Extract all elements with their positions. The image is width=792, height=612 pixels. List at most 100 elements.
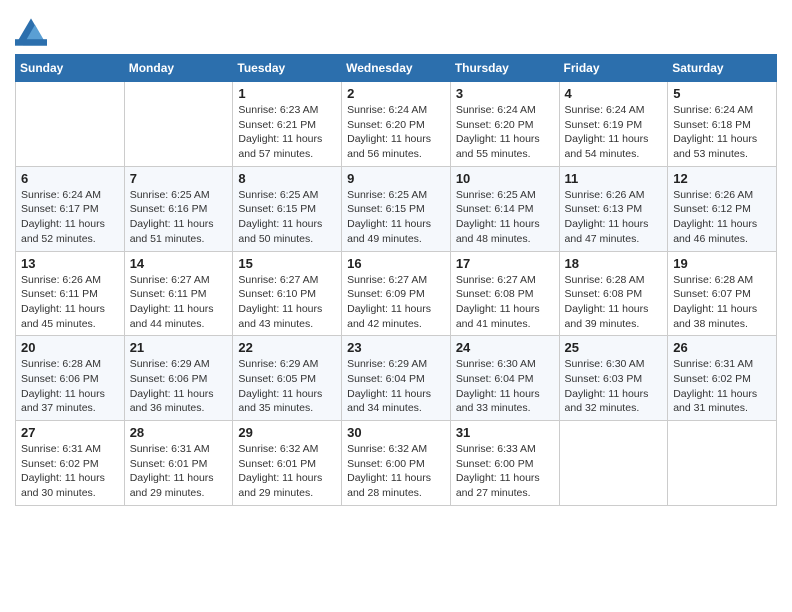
day-number: 12 — [673, 171, 771, 186]
header — [15, 10, 777, 46]
calendar-cell: 29Sunrise: 6:32 AM Sunset: 6:01 PM Dayli… — [233, 421, 342, 506]
day-number: 5 — [673, 86, 771, 101]
day-info: Sunrise: 6:25 AM Sunset: 6:15 PM Dayligh… — [347, 188, 445, 247]
calendar-cell: 24 Sunrise: 6:30 AM Sunset: 6:04 PM Dayli… — [450, 336, 559, 421]
day-info: Sunrise: 6:29 AM Sunset: 6:05 PM Dayligh… — [238, 357, 336, 416]
calendar-cell: 9 Sunrise: 6:25 AM Sunset: 6:15 PM Daylig… — [342, 166, 451, 251]
day-number: 22 — [238, 340, 336, 355]
calendar-cell: 11Sunrise: 6:26 AM Sunset: 6:13 PM Dayli… — [559, 166, 668, 251]
calendar-cell: 13Sunrise: 6:26 AM Sunset: 6:11 PM Dayli… — [16, 251, 125, 336]
day-info: Sunrise: 6:28 AM Sunset: 6:06 PM Dayligh… — [21, 357, 119, 416]
day-number: 17 — [456, 256, 554, 271]
calendar-cell: 2 Sunrise: 6:24 AM Sunset: 6:20 PM Daylig… — [342, 82, 451, 167]
day-info: Sunrise: 6:25 AM Sunset: 6:15 PM Dayligh… — [238, 188, 336, 247]
day-info: Sunrise: 6:26 AM Sunset: 6:12 PM Dayligh… — [673, 188, 771, 247]
day-info: Sunrise: 6:28 AM Sunset: 6:08 PM Dayligh… — [565, 273, 663, 332]
calendar-cell: 28Sunrise: 6:31 AM Sunset: 6:01 PM Dayli… — [124, 421, 233, 506]
calendar-cell: 3 Sunrise: 6:24 AM Sunset: 6:20 PM Daylig… — [450, 82, 559, 167]
day-number: 13 — [21, 256, 119, 271]
day-number: 31 — [456, 425, 554, 440]
col-header-saturday: Saturday — [668, 55, 777, 82]
calendar-cell — [668, 421, 777, 506]
calendar-cell: 5 Sunrise: 6:24 AM Sunset: 6:18 PM Daylig… — [668, 82, 777, 167]
calendar-cell: 20 Sunrise: 6:28 AM Sunset: 6:06 PM Dayli… — [16, 336, 125, 421]
calendar-cell: 7 Sunrise: 6:25 AM Sunset: 6:16 PM Daylig… — [124, 166, 233, 251]
day-number: 8 — [238, 171, 336, 186]
logo-icon — [15, 18, 47, 46]
day-info: Sunrise: 6:31 AM Sunset: 6:01 PM Dayligh… — [130, 442, 228, 501]
day-info: Sunrise: 6:31 AM Sunset: 6:02 PM Dayligh… — [673, 357, 771, 416]
calendar-cell: 4 Sunrise: 6:24 AM Sunset: 6:19 PM Daylig… — [559, 82, 668, 167]
day-info: Sunrise: 6:31 AM Sunset: 6:02 PM Dayligh… — [21, 442, 119, 501]
calendar-cell: 30 Sunrise: 6:32 AM Sunset: 6:00 PM Dayli… — [342, 421, 451, 506]
day-info: Sunrise: 6:25 AM Sunset: 6:14 PM Dayligh… — [456, 188, 554, 247]
day-number: 10 — [456, 171, 554, 186]
day-info: Sunrise: 6:27 AM Sunset: 6:10 PM Dayligh… — [238, 273, 336, 332]
day-number: 16 — [347, 256, 445, 271]
calendar-cell: 12 Sunrise: 6:26 AM Sunset: 6:12 PM Dayli… — [668, 166, 777, 251]
day-number: 27 — [21, 425, 119, 440]
day-number: 3 — [456, 86, 554, 101]
day-info: Sunrise: 6:33 AM Sunset: 6:00 PM Dayligh… — [456, 442, 554, 501]
calendar-cell: 14Sunrise: 6:27 AM Sunset: 6:11 PM Dayli… — [124, 251, 233, 336]
day-info: Sunrise: 6:29 AM Sunset: 6:04 PM Dayligh… — [347, 357, 445, 416]
day-info: Sunrise: 6:24 AM Sunset: 6:17 PM Dayligh… — [21, 188, 119, 247]
day-number: 30 — [347, 425, 445, 440]
day-number: 7 — [130, 171, 228, 186]
day-info: Sunrise: 6:28 AM Sunset: 6:07 PM Dayligh… — [673, 273, 771, 332]
calendar-cell: 15 Sunrise: 6:27 AM Sunset: 6:10 PM Dayli… — [233, 251, 342, 336]
calendar-week-row: 20 Sunrise: 6:28 AM Sunset: 6:06 PM Dayli… — [16, 336, 777, 421]
day-number: 15 — [238, 256, 336, 271]
day-info: Sunrise: 6:29 AM Sunset: 6:06 PM Dayligh… — [130, 357, 228, 416]
logo — [15, 18, 51, 46]
day-info: Sunrise: 6:23 AM Sunset: 6:21 PM Dayligh… — [238, 103, 336, 162]
calendar-header-row: SundayMondayTuesdayWednesdayThursdayFrid… — [16, 55, 777, 82]
calendar-cell: 10 Sunrise: 6:25 AM Sunset: 6:14 PM Dayli… — [450, 166, 559, 251]
calendar-cell: 27 Sunrise: 6:31 AM Sunset: 6:02 PM Dayli… — [16, 421, 125, 506]
col-header-sunday: Sunday — [16, 55, 125, 82]
calendar-cell: 31 Sunrise: 6:33 AM Sunset: 6:00 PM Dayli… — [450, 421, 559, 506]
calendar-cell: 1 Sunrise: 6:23 AM Sunset: 6:21 PM Daylig… — [233, 82, 342, 167]
calendar-cell: 21 Sunrise: 6:29 AM Sunset: 6:06 PM Dayli… — [124, 336, 233, 421]
day-number: 25 — [565, 340, 663, 355]
day-info: Sunrise: 6:30 AM Sunset: 6:03 PM Dayligh… — [565, 357, 663, 416]
day-number: 24 — [456, 340, 554, 355]
day-number: 29 — [238, 425, 336, 440]
day-number: 18 — [565, 256, 663, 271]
calendar-cell — [16, 82, 125, 167]
page-container: SundayMondayTuesdayWednesdayThursdayFrid… — [0, 0, 792, 521]
day-info: Sunrise: 6:30 AM Sunset: 6:04 PM Dayligh… — [456, 357, 554, 416]
day-info: Sunrise: 6:27 AM Sunset: 6:08 PM Dayligh… — [456, 273, 554, 332]
day-info: Sunrise: 6:32 AM Sunset: 6:00 PM Dayligh… — [347, 442, 445, 501]
calendar-cell: 25 Sunrise: 6:30 AM Sunset: 6:03 PM Dayli… — [559, 336, 668, 421]
col-header-tuesday: Tuesday — [233, 55, 342, 82]
calendar-cell: 22 Sunrise: 6:29 AM Sunset: 6:05 PM Dayli… — [233, 336, 342, 421]
col-header-friday: Friday — [559, 55, 668, 82]
day-number: 23 — [347, 340, 445, 355]
day-info: Sunrise: 6:24 AM Sunset: 6:18 PM Dayligh… — [673, 103, 771, 162]
calendar-cell — [559, 421, 668, 506]
day-number: 11 — [565, 171, 663, 186]
day-info: Sunrise: 6:27 AM Sunset: 6:11 PM Dayligh… — [130, 273, 228, 332]
calendar-table: SundayMondayTuesdayWednesdayThursdayFrid… — [15, 54, 777, 506]
calendar-cell: 18 Sunrise: 6:28 AM Sunset: 6:08 PM Dayli… — [559, 251, 668, 336]
calendar-cell: 17 Sunrise: 6:27 AM Sunset: 6:08 PM Dayli… — [450, 251, 559, 336]
day-info: Sunrise: 6:25 AM Sunset: 6:16 PM Dayligh… — [130, 188, 228, 247]
day-number: 19 — [673, 256, 771, 271]
calendar-cell: 26Sunrise: 6:31 AM Sunset: 6:02 PM Dayli… — [668, 336, 777, 421]
day-number: 4 — [565, 86, 663, 101]
day-number: 2 — [347, 86, 445, 101]
day-info: Sunrise: 6:24 AM Sunset: 6:20 PM Dayligh… — [456, 103, 554, 162]
day-info: Sunrise: 6:24 AM Sunset: 6:19 PM Dayligh… — [565, 103, 663, 162]
col-header-thursday: Thursday — [450, 55, 559, 82]
calendar-cell: 8 Sunrise: 6:25 AM Sunset: 6:15 PM Daylig… — [233, 166, 342, 251]
day-info: Sunrise: 6:24 AM Sunset: 6:20 PM Dayligh… — [347, 103, 445, 162]
calendar-cell — [124, 82, 233, 167]
col-header-monday: Monday — [124, 55, 233, 82]
day-number: 20 — [21, 340, 119, 355]
day-number: 9 — [347, 171, 445, 186]
calendar-cell: 6Sunrise: 6:24 AM Sunset: 6:17 PM Daylig… — [16, 166, 125, 251]
day-number: 21 — [130, 340, 228, 355]
day-number: 1 — [238, 86, 336, 101]
calendar-week-row: 1 Sunrise: 6:23 AM Sunset: 6:21 PM Daylig… — [16, 82, 777, 167]
